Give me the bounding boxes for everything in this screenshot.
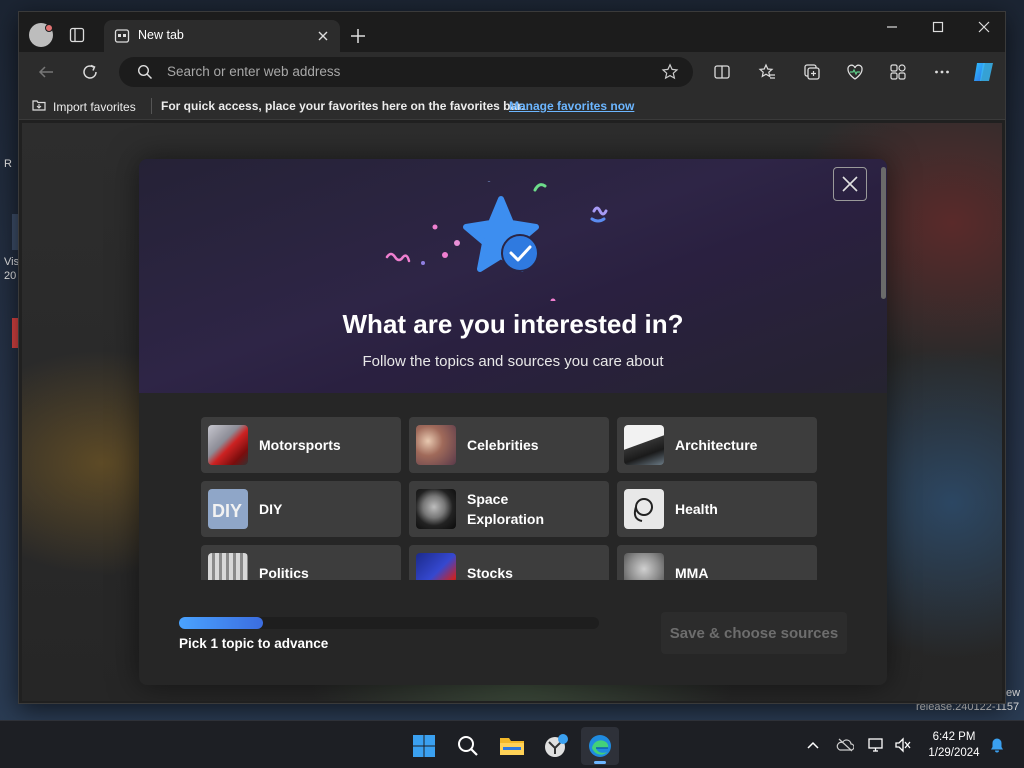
favorites-bar: Import favorites For quick access, place…	[19, 92, 1005, 120]
dialog-subtitle: Follow the topics and sources you care a…	[362, 353, 664, 370]
tab-actions-icon[interactable]	[69, 27, 85, 43]
folder-icon	[500, 738, 524, 755]
dialog-scrollbar[interactable]	[881, 167, 886, 299]
taskbar: 6:42 PM 1/29/2024	[0, 720, 1024, 768]
topic-mma[interactable]: MMA	[617, 545, 817, 580]
desktop-text-fragment: R	[4, 158, 12, 170]
motorsports-thumbnail	[208, 425, 248, 465]
search-icon	[458, 736, 478, 756]
star-check-illustration	[385, 181, 608, 301]
favorite-star-icon[interactable]	[661, 63, 679, 86]
progress-label: Pick 1 topic to advance	[179, 636, 329, 651]
new-tab-page-icon	[114, 28, 130, 44]
topic-health[interactable]: Health	[617, 481, 817, 537]
progress-fill	[179, 617, 263, 629]
favorites-bar-divider	[151, 98, 152, 114]
topic-label: Stocks	[467, 565, 513, 580]
politics-thumbnail	[208, 553, 248, 580]
desktop-text-fragment: Vis	[4, 256, 20, 268]
topic-politics[interactable]: Politics	[201, 545, 401, 580]
notification-bell-icon[interactable]	[988, 736, 1006, 754]
topic-label: Space Exploration	[467, 491, 545, 527]
clock-time: 6:42 PM	[932, 731, 976, 743]
topic-celebrities[interactable]: Celebrities	[409, 417, 609, 473]
favorites-icon[interactable]	[756, 61, 778, 83]
celebrities-thumbnail	[416, 425, 456, 465]
topic-label: Celebrities	[467, 437, 539, 453]
app-button[interactable]	[537, 727, 575, 765]
browser-window: New tab Search or enter web address Impo…	[18, 11, 1006, 704]
close-tab-icon[interactable]	[316, 29, 330, 43]
browser-essentials-icon[interactable]	[844, 61, 866, 83]
topic-space-exploration[interactable]: Space Exploration	[409, 481, 609, 537]
windows-logo-icon	[413, 735, 435, 757]
edge-taskbar-button[interactable]	[581, 727, 619, 765]
stocks-thumbnail	[416, 553, 456, 580]
save-and-choose-sources-button[interactable]: Save & choose sources	[661, 612, 847, 654]
topic-architecture[interactable]: Architecture	[617, 417, 817, 473]
mma-thumbnail	[624, 553, 664, 580]
progress-bar	[179, 617, 599, 629]
address-bar[interactable]: Search or enter web address	[119, 57, 693, 87]
clock-date: 1/29/2024	[928, 747, 980, 759]
import-favorites-button[interactable]: Import favorites	[31, 98, 136, 115]
architecture-thumbnail	[624, 425, 664, 465]
address-placeholder: Search or enter web address	[167, 64, 341, 79]
import-favorites-label: Import favorites	[53, 99, 136, 114]
tab-strip: New tab	[19, 12, 1005, 52]
more-options-icon[interactable]	[931, 61, 953, 83]
topic-motorsports[interactable]: Motorsports	[201, 417, 401, 473]
system-clock[interactable]: 6:42 PM 1/29/2024	[922, 729, 986, 761]
import-favorites-icon	[31, 98, 47, 115]
topic-label: Architecture	[675, 437, 758, 453]
notification-dot	[45, 24, 53, 32]
topics-grid: Motorsports Celebrities Architecture DIY…	[201, 417, 821, 580]
minimize-button[interactable]	[869, 12, 915, 42]
topic-label: Politics	[259, 565, 309, 580]
diy-thumbnail: DIY	[208, 489, 248, 529]
navigation-toolbar: Search or enter web address	[19, 52, 1005, 92]
svg-text:DIY: DIY	[212, 501, 242, 521]
close-icon	[842, 176, 858, 192]
active-app-indicator	[594, 761, 606, 764]
manage-favorites-link[interactable]: Manage favorites now	[509, 99, 634, 113]
maximize-button[interactable]	[915, 12, 961, 42]
onedrive-icon[interactable]	[836, 736, 854, 754]
favorites-bar-message: For quick access, place your favorites h…	[161, 99, 525, 113]
tab-title: New tab	[138, 28, 184, 42]
topic-diy[interactable]: DIY DIY	[201, 481, 401, 537]
topic-label: MMA	[675, 565, 709, 580]
tab-new-tab[interactable]: New tab	[104, 20, 340, 52]
refresh-button[interactable]	[79, 61, 101, 83]
extensions-icon[interactable]	[887, 61, 909, 83]
desktop-text-fragment: ew	[1006, 687, 1021, 699]
topic-stocks[interactable]: Stocks	[409, 545, 609, 580]
back-button[interactable]	[35, 61, 57, 83]
health-thumbnail	[624, 489, 664, 529]
topic-label: Motorsports	[259, 437, 341, 453]
split-screen-icon[interactable]	[711, 61, 733, 83]
search-button[interactable]	[449, 727, 487, 765]
start-button[interactable]	[405, 727, 443, 765]
topic-label: DIY	[259, 501, 283, 517]
app-icon	[545, 734, 568, 757]
desktop-text-fragment: 20	[4, 270, 17, 282]
topic-label: Health	[675, 501, 718, 517]
copilot-icon[interactable]	[971, 59, 997, 85]
close-window-button[interactable]	[961, 12, 1005, 42]
search-icon	[137, 64, 153, 85]
collections-icon[interactable]	[801, 61, 823, 83]
new-tab-page: What are you interested in? Follow the t…	[22, 123, 1002, 701]
volume-muted-icon[interactable]	[894, 736, 912, 754]
show-hidden-icons-chevron-icon[interactable]	[804, 736, 822, 754]
network-icon[interactable]	[868, 736, 886, 754]
close-dialog-button[interactable]	[833, 167, 867, 201]
new-tab-button[interactable]	[349, 27, 367, 45]
edge-icon	[589, 735, 611, 757]
file-explorer-button[interactable]	[493, 727, 531, 765]
space-exploration-thumbnail	[416, 489, 456, 529]
dialog-title: What are you interested in?	[342, 309, 684, 339]
interests-dialog: What are you interested in? Follow the t…	[139, 159, 887, 685]
